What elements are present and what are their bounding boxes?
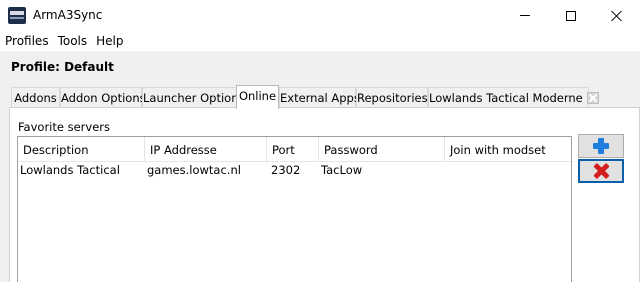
minimize-icon [520,15,530,16]
tab-label: External Apps [280,91,360,105]
tab-label: Online [238,89,277,103]
cell-ip: games.lowtac.nl [147,163,241,177]
title-bar: ArmA3Sync [0,0,640,31]
cell-port: 2302 [271,163,301,177]
tab-online[interactable]: Online [236,85,279,109]
tab-external-apps[interactable]: External Apps [279,87,360,108]
tab-label: Addons [14,91,57,105]
close-window-button[interactable] [594,0,640,31]
menu-tools[interactable]: Tools [53,31,92,51]
minimize-button[interactable] [502,0,548,31]
tab-label: Lowlands Tactical Moderne [429,91,583,105]
table-row[interactable]: Lowlands Tactical games.lowtac.nl 2302 T… [18,162,571,180]
remove-icon [593,163,609,179]
tab-repositories[interactable]: Repositories [356,87,428,108]
favorite-servers-table[interactable]: Description IP Addresse Port Password Jo… [17,136,572,282]
tab-label: Addon Options [61,91,146,105]
maximize-button[interactable] [548,0,594,31]
close-icon [611,10,623,22]
remove-server-button[interactable] [578,159,624,183]
cell-join-modset [445,162,447,163]
tab-addon-options[interactable]: Addon Options [60,87,146,108]
menu-profiles[interactable]: Profiles [0,31,53,51]
menu-bar: Profiles Tools Help [0,31,640,51]
column-header-port[interactable]: Port [267,137,319,162]
maximize-icon [566,10,576,21]
cell-password: TacLow [321,163,363,177]
plus-icon [593,138,609,154]
column-header-description[interactable]: Description [18,137,145,162]
column-header-join-modset[interactable]: Join with modset [445,137,571,162]
tab-launcher-options[interactable]: Launcher Options [142,87,244,108]
tab-label: Repositories [357,91,428,105]
favorite-servers-title: Favorite servers [18,120,111,134]
table-header: Description IP Addresse Port Password Jo… [18,137,571,162]
tab-repository-lowlands[interactable]: Lowlands Tactical Moderne [428,87,599,108]
app-icon [8,7,26,24]
close-icon[interactable] [586,92,599,104]
profile-label: Profile: Default [11,60,114,74]
tab-label: Launcher Options [143,91,245,105]
window-title: ArmA3Sync [33,8,103,22]
menu-help[interactable]: Help [91,31,127,51]
tab-addons[interactable]: Addons [11,87,60,108]
add-server-button[interactable] [578,134,624,158]
cell-description: Lowlands Tactical [20,163,120,177]
column-header-ip[interactable]: IP Addresse [145,137,267,162]
column-header-password[interactable]: Password [319,137,445,162]
